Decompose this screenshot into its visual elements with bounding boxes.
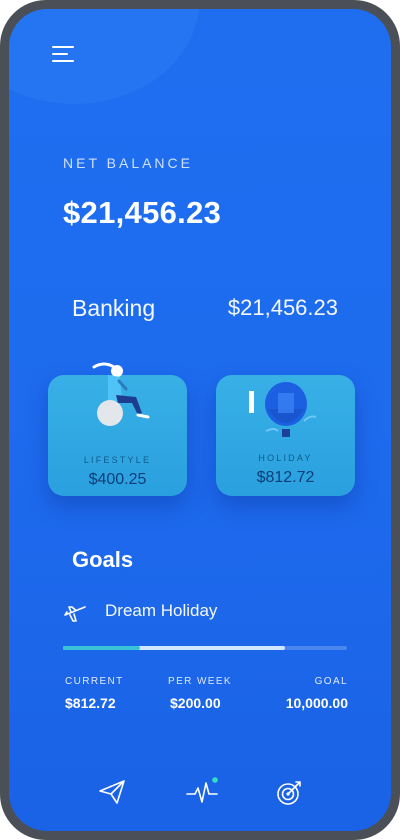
menu-bar-middle [52,53,68,55]
category-label: HOLIDAY [258,453,313,463]
person-on-ball-icon [92,362,150,426]
goal-value: 10,000.00 [285,695,348,711]
decorative-blob [9,9,199,104]
notification-dot [212,777,218,783]
menu-bar-top [52,46,74,48]
banking-label[interactable]: Banking [72,295,155,322]
holiday-card[interactable]: HOLIDAY $812.72 [216,375,355,496]
volume-up-button [0,190,2,238]
paper-plane-icon[interactable] [97,777,127,807]
net-balance-value: $21,456.23 [63,195,222,230]
category-label: LIFESTYLE [83,455,152,465]
target-icon[interactable] [275,777,305,807]
per-week-value: $200.00 [170,695,221,711]
goal-progress-bar[interactable] [63,646,347,650]
category-amount: $812.72 [256,469,315,486]
hot-air-balloon-icon [249,382,317,437]
per-week-label: PER WEEK [168,676,232,687]
progress-current [63,646,140,650]
current-label: CURRENT [65,676,124,687]
airplane-icon[interactable] [63,603,87,623]
app-screen: NET BALANCE $21,456.23 Banking $21,456.2… [9,9,391,831]
goals-title: Goals [72,547,134,572]
lifestyle-card[interactable]: LIFESTYLE $400.25 [48,362,187,496]
menu-button[interactable] [52,45,76,65]
goal-label: GOAL [314,676,348,687]
banking-value[interactable]: $21,456.23 [228,295,338,321]
goal-name[interactable]: Dream Holiday [105,601,217,621]
current-value: $812.72 [65,695,116,711]
volume-down-button [0,250,2,298]
net-balance-label: NET BALANCE [63,155,193,171]
pulse-icon[interactable] [185,777,221,807]
menu-bar-bottom [52,60,74,62]
phone-frame: NET BALANCE $21,456.23 Banking $21,456.2… [0,0,400,840]
category-amount: $400.25 [88,471,147,488]
